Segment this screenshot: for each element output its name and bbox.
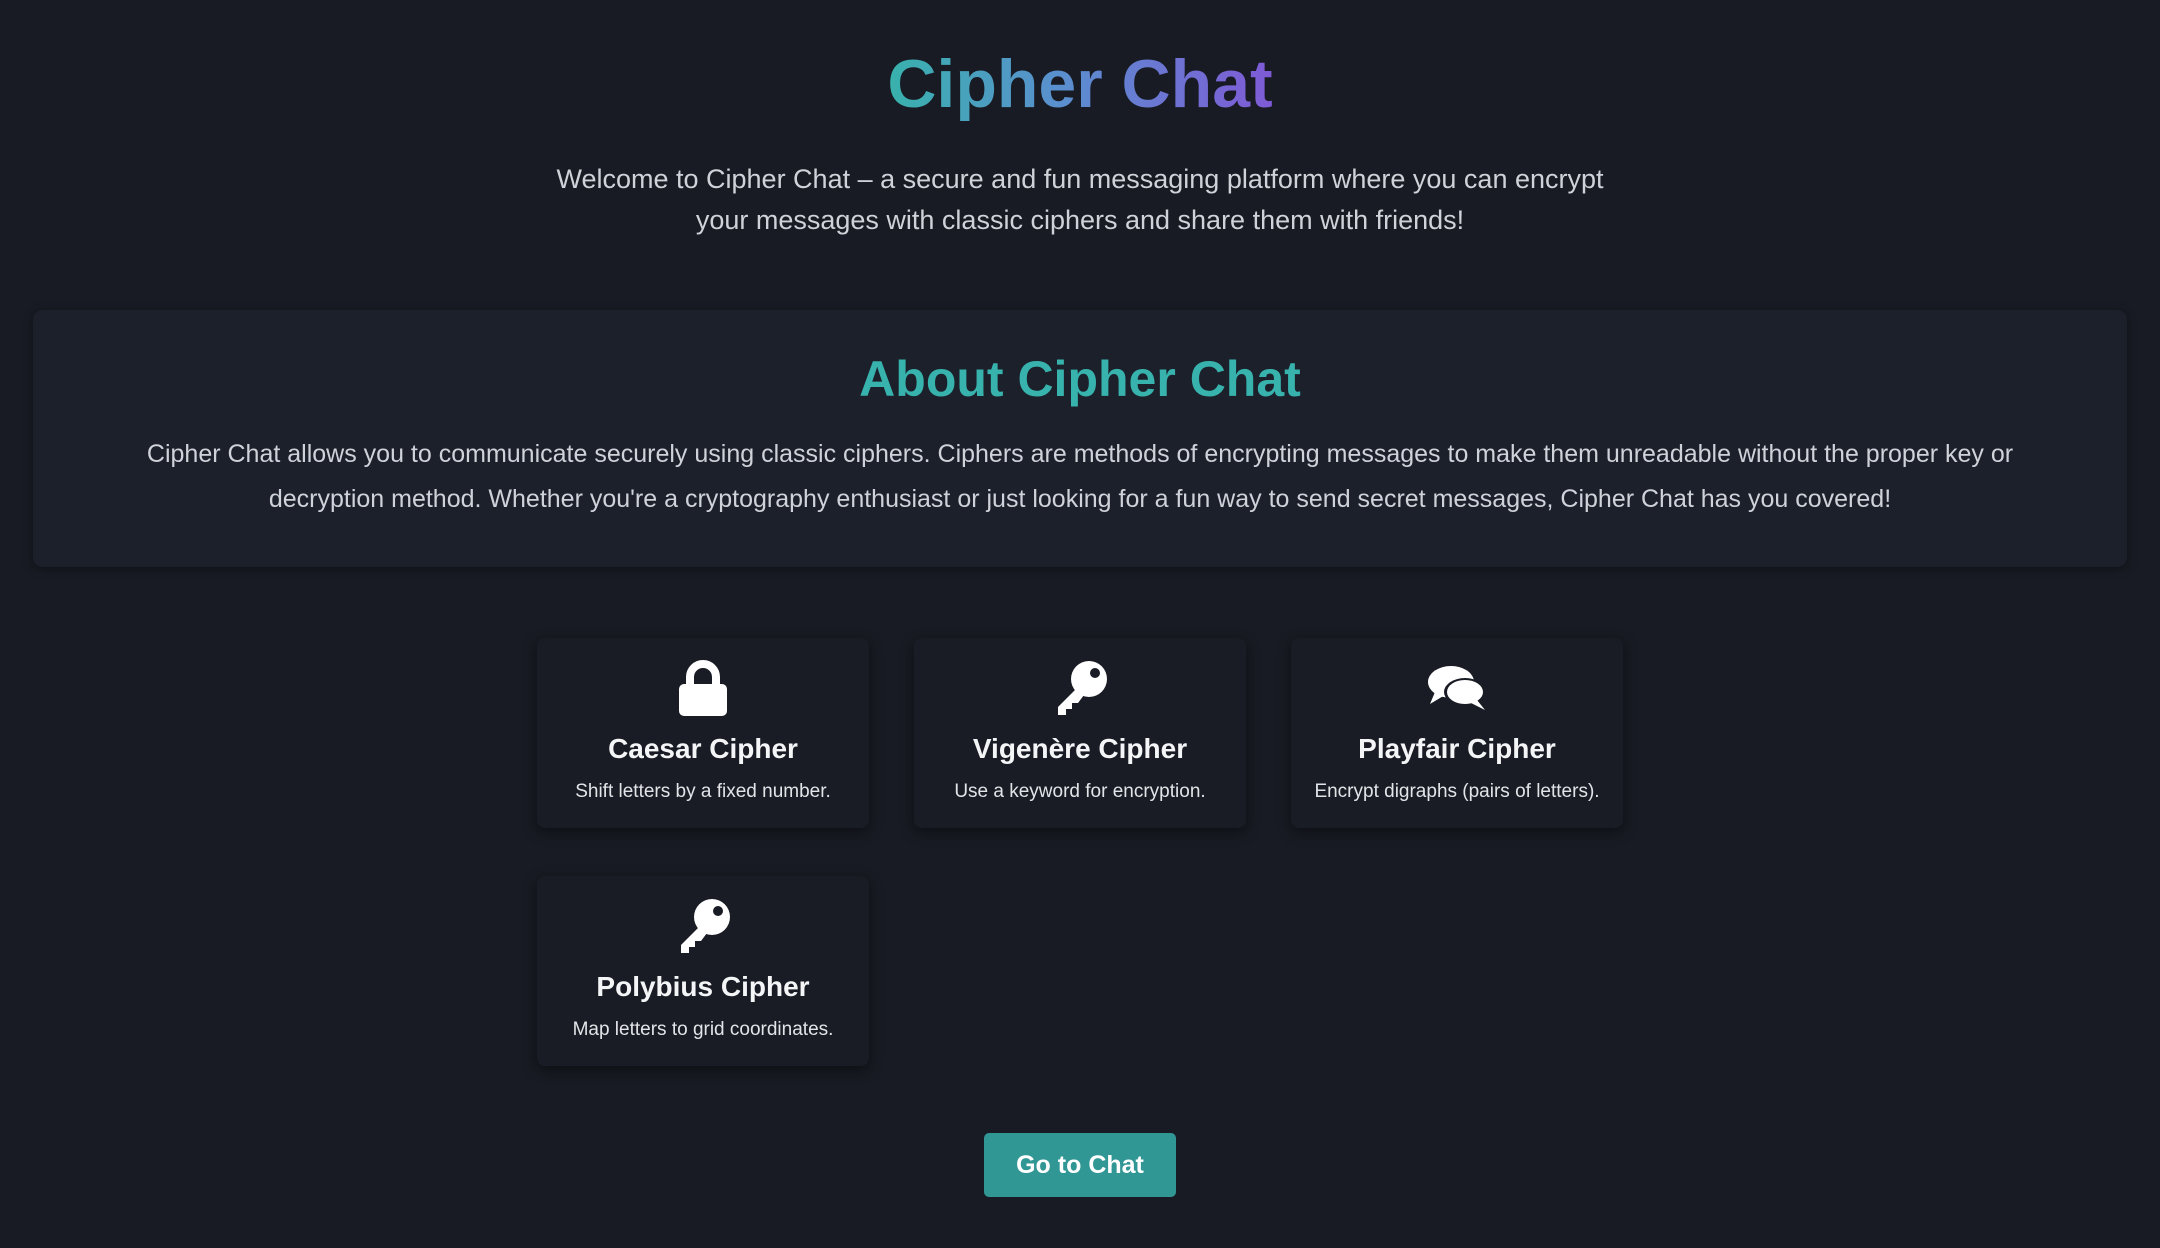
welcome-text: Welcome to Cipher Chat – a secure and fu… [556,164,1604,235]
cipher-card-description: Use a keyword for encryption. [954,781,1206,802]
about-text: Cipher Chat allows you to communicate se… [146,440,2014,513]
landing-page: Cipher Chat Welcome to Cipher Chat – a s… [0,0,2160,1248]
cipher-card-playfair[interactable]: Playfair Cipher Encrypt digraphs (pairs … [1291,638,1623,828]
page-title-text: Cipher Chat [887,46,1273,122]
cipher-card-description: Map letters to grid coordinates. [572,1019,834,1040]
go-to-chat-button[interactable]: Go to Chat [984,1133,1176,1197]
cipher-card-title: Polybius Cipher [596,971,810,1002]
key-icon [537,896,869,956]
comments-icon [1291,658,1623,718]
key-icon [914,658,1246,718]
page-title: Cipher Chat [0,40,2160,128]
cipher-card-polybius[interactable]: Polybius Cipher Map letters to grid coor… [537,876,869,1066]
about-section: About Cipher Chat Cipher Chat allows you… [33,310,2127,567]
lock-icon [537,658,869,718]
cipher-card-title: Playfair Cipher [1358,733,1556,764]
cipher-card-title: Vigenère Cipher [972,733,1188,764]
cipher-card-description: Encrypt digraphs (pairs of letters). [1314,781,1600,802]
about-title: About Cipher Chat [859,351,1301,407]
cipher-card-title: Caesar Cipher [608,733,798,764]
cipher-card-vigenere[interactable]: Vigenère Cipher Use a keyword for encryp… [914,638,1246,828]
cipher-card-caesar[interactable]: Caesar Cipher Shift letters by a fixed n… [537,638,869,828]
cipher-card-description: Shift letters by a fixed number. [575,781,831,802]
